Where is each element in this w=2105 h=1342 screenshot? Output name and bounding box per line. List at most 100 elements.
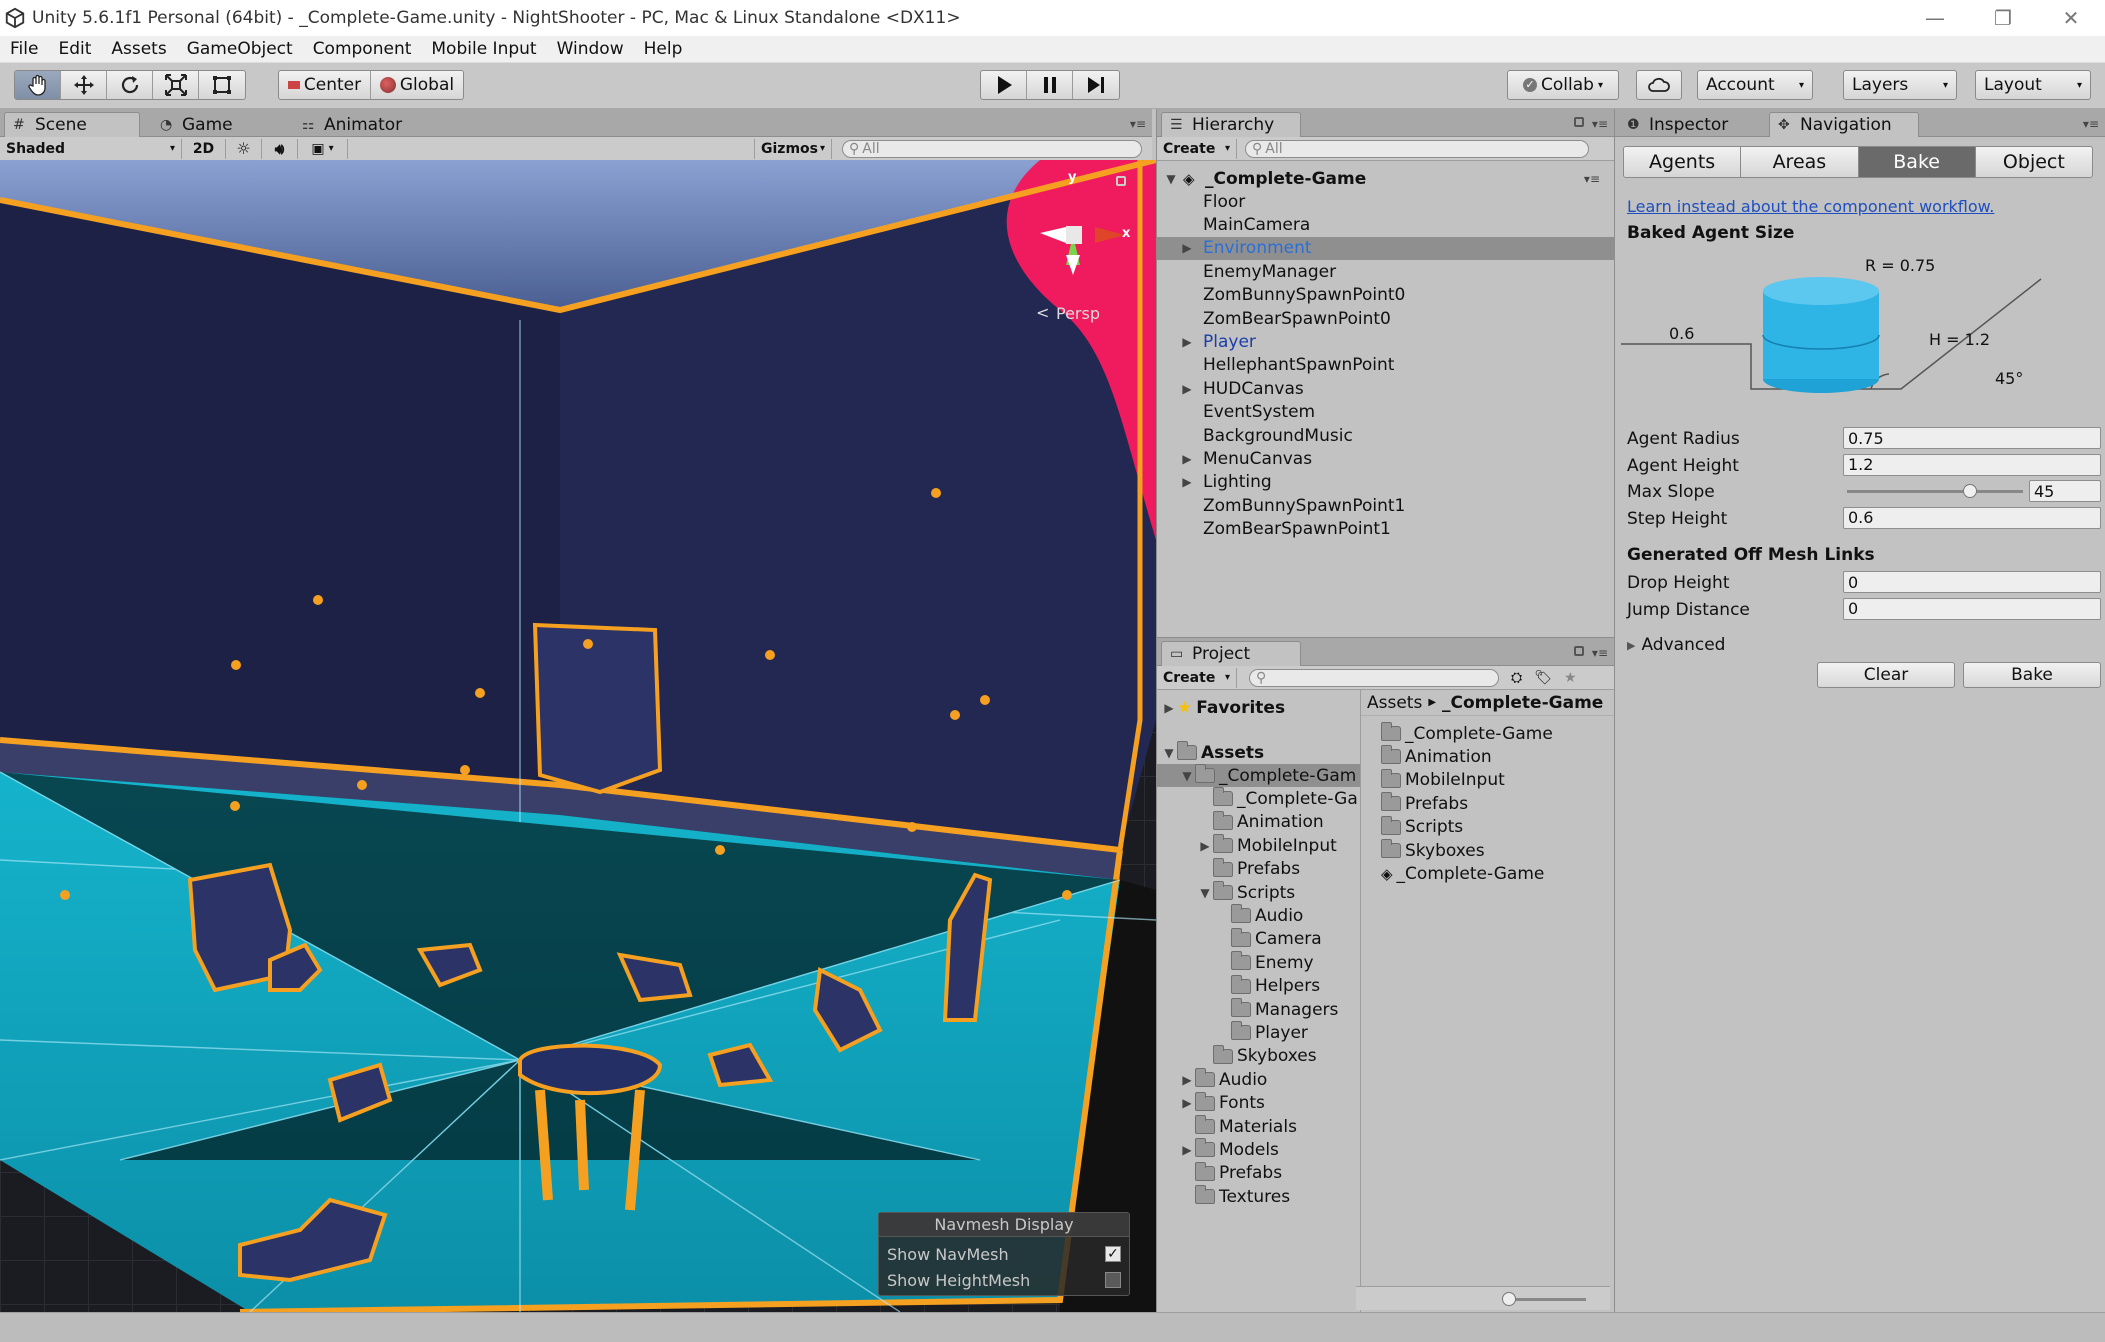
cloud-button[interactable] — [1636, 70, 1682, 100]
scene-viewport[interactable]: y x < Persp Navmesh Display Show NavMesh… — [0, 160, 1156, 1312]
project-folder-item[interactable]: Prefabs — [1157, 857, 1360, 881]
project-asset-item[interactable]: Scripts — [1361, 815, 1614, 839]
panel-menu-icon[interactable]: ▾≡ — [1592, 646, 1608, 660]
minimize-button[interactable]: — — [1901, 0, 1969, 36]
tab-scene[interactable]: # Scene — [4, 112, 140, 137]
hierarchy-item[interactable]: HellephantSpawnPoint — [1157, 354, 1614, 377]
tab-animator[interactable]: ⚏ Animator — [294, 112, 412, 137]
collab-dropdown[interactable]: ✓ Collab ▾ — [1507, 70, 1619, 100]
effects-dropdown[interactable]: ▣ ▾ — [298, 138, 348, 159]
favorites-row[interactable]: ▶ ★ Favorites — [1157, 696, 1360, 719]
project-folder-item[interactable]: _Complete-Ga — [1157, 787, 1360, 810]
hand-tool-button[interactable] — [15, 71, 61, 99]
project-asset-item[interactable]: Prefabs — [1361, 792, 1614, 815]
project-folder-item[interactable]: ▶ MobileInput — [1157, 834, 1360, 857]
component-workflow-link[interactable]: Learn instead about the component workfl… — [1627, 197, 1994, 216]
show-navmesh-row[interactable]: Show NavMesh ✓ — [887, 1243, 1121, 1265]
menu-component[interactable]: Component — [303, 39, 422, 59]
agent-setting-input[interactable]: 45 — [2029, 480, 2101, 502]
move-tool-button[interactable] — [61, 71, 107, 99]
lighting-toggle[interactable]: ☼ — [226, 138, 262, 159]
hierarchy-search-input[interactable]: ⚲ All — [1245, 139, 1589, 158]
global-toggle[interactable]: Global — [371, 71, 463, 99]
hierarchy-item[interactable]: BackgroundMusic — [1157, 424, 1614, 447]
expand-arrow-icon[interactable]: ▶ — [1179, 241, 1195, 255]
filter-by-type-icon[interactable]: ⛭ — [1511, 670, 1522, 686]
project-folder-item[interactable]: Camera — [1157, 927, 1360, 951]
offmesh-setting-input[interactable]: 0 — [1843, 597, 2101, 620]
project-folder-item[interactable]: Prefabs — [1157, 1161, 1360, 1185]
scale-tool-button[interactable] — [153, 71, 199, 99]
layers-button[interactable]: Layers ▾ — [1844, 71, 1956, 99]
menu-gameobject[interactable]: GameObject — [177, 39, 303, 59]
agent-setting-input[interactable]: 1.2 — [1843, 453, 2101, 476]
project-asset-item[interactable]: Animation — [1361, 745, 1614, 768]
layout-dropdown[interactable]: Layout ▾ — [1975, 70, 2091, 100]
clear-button[interactable]: Clear — [1817, 662, 1955, 688]
expand-arrow-icon[interactable]: ▶ — [1179, 335, 1195, 349]
expand-arrow-icon[interactable]: ▶ — [1179, 1143, 1195, 1157]
menu-help[interactable]: Help — [634, 39, 693, 59]
expand-arrow-icon[interactable]: ▶ — [1179, 475, 1195, 489]
expand-arrow-icon[interactable]: ▶ — [1161, 701, 1177, 715]
nav-tab-areas[interactable]: Areas — [1741, 147, 1859, 177]
hierarchy-item[interactable]: ▶ Lighting — [1157, 471, 1614, 494]
center-toggle[interactable]: Center — [279, 71, 371, 99]
expand-arrow-icon[interactable]: ▼ — [1163, 172, 1179, 186]
project-folder-item[interactable]: ▶ Models — [1157, 1138, 1360, 1161]
project-asset-item[interactable]: Skyboxes — [1361, 839, 1614, 862]
expand-arrow-icon[interactable]: ▶ — [1179, 1096, 1195, 1110]
scene-root-row[interactable]: ▼ ◈ _Complete-Game ▾≡ — [1157, 167, 1614, 190]
show-navmesh-checkbox[interactable]: ✓ — [1105, 1246, 1121, 1262]
project-folder-item[interactable]: Enemy — [1157, 951, 1360, 974]
expand-arrow-icon[interactable]: ▶ — [1179, 382, 1195, 396]
hierarchy-item[interactable]: ZomBunnySpawnPoint0 — [1157, 284, 1614, 307]
audio-toggle[interactable]: 🔊︎ — [262, 138, 298, 159]
menu-assets[interactable]: Assets — [101, 39, 176, 59]
hierarchy-create-dropdown[interactable]: Create ▾ — [1157, 138, 1237, 159]
project-folder-item[interactable]: Audio — [1157, 904, 1360, 927]
lock-icon[interactable] — [1574, 117, 1584, 127]
slider-thumb[interactable] — [1502, 1292, 1516, 1306]
expand-arrow-icon[interactable]: ▶ — [1197, 839, 1213, 853]
hierarchy-item[interactable]: ZomBearSpawnPoint1 — [1157, 518, 1614, 541]
hierarchy-item[interactable]: ▶ MenuCanvas — [1157, 447, 1614, 470]
gizmos-dropdown[interactable]: Gizmos ▾ — [754, 138, 832, 159]
hierarchy-item[interactable]: MainCamera — [1157, 213, 1614, 236]
project-folder-item[interactable]: Player — [1157, 1021, 1360, 1044]
slider-thumb[interactable] — [1963, 484, 1978, 498]
project-folder-item[interactable]: ▶ Fonts — [1157, 1091, 1360, 1115]
project-folder-item[interactable]: Skyboxes — [1157, 1044, 1360, 1068]
hierarchy-item[interactable]: ZomBearSpawnPoint0 — [1157, 307, 1614, 330]
lock-icon[interactable] — [1116, 176, 1126, 186]
icon-size-slider[interactable] — [1356, 1286, 1610, 1310]
project-search-input[interactable]: ⚲ — [1249, 668, 1499, 687]
project-create-dropdown[interactable]: Create ▾ — [1157, 667, 1237, 688]
advanced-foldout[interactable]: ▶ Advanced — [1627, 635, 1725, 655]
panel-menu-icon[interactable]: ▾≡ — [1592, 117, 1608, 131]
nav-tab-bake[interactable]: Bake — [1858, 147, 1976, 177]
expand-arrow-icon[interactable]: ▶ — [1179, 1073, 1195, 1087]
menu-edit[interactable]: Edit — [48, 39, 101, 59]
project-asset-item[interactable]: ◈ _Complete-Game — [1361, 862, 1614, 885]
nav-tab-agents[interactable]: Agents — [1624, 147, 1742, 177]
step-button[interactable] — [1073, 71, 1119, 99]
hierarchy-item[interactable]: Floor — [1157, 190, 1614, 213]
menu-file[interactable]: File — [0, 39, 48, 59]
close-button[interactable]: ✕ — [2037, 0, 2105, 36]
rotate-tool-button[interactable] — [107, 71, 153, 99]
bake-button[interactable]: Bake — [1963, 662, 2101, 688]
lock-icon[interactable] — [1574, 646, 1584, 656]
account-dropdown[interactable]: Account ▾ — [1697, 70, 1813, 100]
hierarchy-item[interactable]: EventSystem — [1157, 401, 1614, 424]
hierarchy-item[interactable]: ZomBunnySpawnPoint1 — [1157, 494, 1614, 517]
persp-label[interactable]: Persp — [1056, 304, 1100, 323]
nav-tab-object[interactable]: Object — [1975, 147, 2092, 177]
project-folder-item[interactable]: ▼ Scripts — [1157, 881, 1360, 904]
scene-search-input[interactable]: ⚲ All — [842, 139, 1142, 158]
filter-by-label-icon[interactable]: 🏷︎ — [1534, 670, 1552, 686]
expand-arrow-icon[interactable]: ▼ — [1197, 886, 1213, 900]
layers-dropdown[interactable]: Layers ▾ — [1843, 70, 1957, 100]
project-folder-item[interactable]: Managers — [1157, 998, 1360, 1021]
layout-button[interactable]: Layout ▾ — [1976, 71, 2090, 99]
